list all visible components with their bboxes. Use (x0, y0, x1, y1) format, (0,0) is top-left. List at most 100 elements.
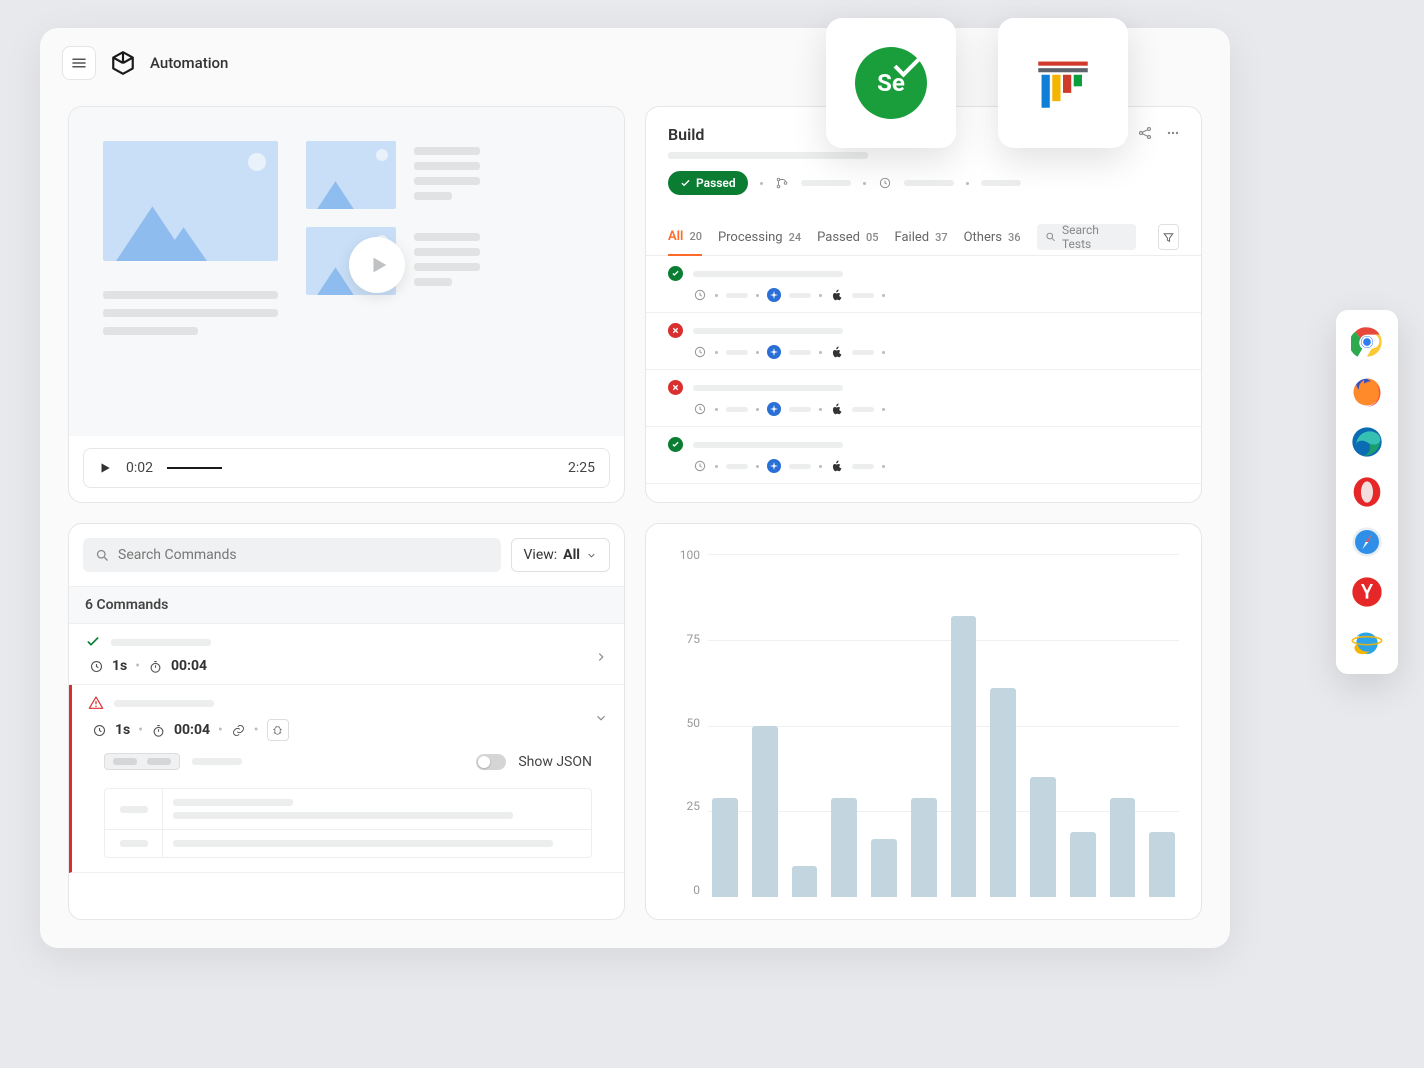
apple-icon (830, 459, 844, 473)
opera-icon[interactable] (1351, 476, 1383, 508)
test-row[interactable] (646, 427, 1201, 484)
app-logo-icon (110, 50, 136, 76)
text-placeholder (668, 152, 868, 159)
chart-bar (990, 688, 1016, 897)
search-icon (95, 548, 110, 563)
edge-icon[interactable] (1351, 426, 1383, 458)
link-icon (231, 723, 246, 738)
integration-cards: Se (826, 18, 1128, 148)
video-total-time: 2:25 (568, 460, 595, 476)
json-toggle[interactable] (476, 754, 506, 770)
chart-bar (712, 798, 738, 897)
text-placeholder (414, 233, 480, 241)
chart-bar (831, 798, 857, 897)
clock-icon (878, 176, 892, 190)
text-placeholder (103, 327, 198, 335)
safari-icon[interactable] (1351, 526, 1383, 558)
video-preview-body (69, 107, 624, 436)
chevron-right-icon[interactable] (594, 650, 608, 664)
test-row[interactable] (646, 370, 1201, 427)
text-placeholder (414, 177, 480, 185)
tab-processing[interactable]: Processing24 (718, 220, 801, 255)
json-toggle-label: Show JSON (518, 754, 592, 770)
text-placeholder (414, 263, 480, 271)
chart-bar (1030, 777, 1056, 897)
bars-logo-icon (1030, 50, 1096, 116)
commands-count-label: 6 Commands (69, 586, 624, 624)
image-placeholder (306, 141, 396, 209)
apple-icon (830, 345, 844, 359)
status-badge: Passed (668, 171, 748, 195)
search-commands-input[interactable]: Search Commands (83, 538, 501, 572)
command-details-table (104, 788, 592, 858)
filter-button[interactable] (1158, 224, 1179, 250)
video-progress[interactable] (167, 467, 222, 469)
play-button[interactable] (349, 237, 405, 293)
selenium-icon: Se (855, 47, 927, 119)
text-placeholder (414, 248, 480, 256)
safari-icon (767, 288, 781, 302)
chart-bar (1070, 832, 1096, 897)
tab-pill[interactable] (104, 753, 180, 770)
build-tabs: All20 Processing24 Passed05 Failed37 Others3… (646, 219, 1201, 256)
yandex-icon[interactable] (1351, 576, 1383, 608)
search-tests-input[interactable]: Search Tests (1037, 224, 1136, 250)
text-placeholder (414, 192, 452, 200)
check-icon (680, 178, 691, 189)
chart-panel: 1007550250 (645, 523, 1202, 920)
integration-card[interactable] (998, 18, 1128, 148)
tab-others[interactable]: Others36 (964, 220, 1021, 255)
debug-icon[interactable] (267, 719, 289, 741)
play-icon (368, 254, 390, 276)
image-placeholder (103, 141, 278, 261)
test-list (646, 256, 1201, 502)
hamburger-menu-button[interactable] (62, 46, 96, 80)
chevron-down-icon (586, 550, 597, 561)
text-placeholder (414, 162, 480, 170)
hamburger-icon (70, 54, 88, 72)
safari-icon (767, 459, 781, 473)
safari-icon (767, 402, 781, 416)
stopwatch-icon (151, 723, 166, 738)
chrome-icon[interactable] (1351, 326, 1383, 358)
play-icon (98, 461, 112, 475)
tab-failed[interactable]: Failed37 (895, 220, 948, 255)
clock-icon (89, 659, 104, 674)
share-icon[interactable] (1137, 125, 1153, 141)
text-placeholder (103, 309, 278, 317)
more-icon[interactable] (1165, 125, 1181, 141)
text-placeholder (414, 147, 480, 155)
tab-all[interactable]: All20 (668, 219, 702, 256)
chart-bar (1149, 832, 1175, 897)
apple-icon (830, 288, 844, 302)
firefox-icon[interactable] (1351, 376, 1383, 408)
selenium-card[interactable]: Se (826, 18, 956, 148)
text-placeholder (103, 291, 278, 299)
browser-rail (1336, 310, 1398, 674)
page-title: Automation (150, 54, 228, 72)
commands-panel: Search Commands View: All 6 Commands 1s … (68, 523, 625, 920)
text-placeholder (414, 278, 452, 286)
warning-icon (88, 695, 104, 711)
video-controls[interactable]: 0:02 2:25 (83, 448, 610, 488)
chart-bar (792, 866, 818, 897)
apple-icon (830, 402, 844, 416)
chart-bar (752, 726, 778, 898)
stopwatch-icon (148, 659, 163, 674)
test-row[interactable] (646, 256, 1201, 313)
tab-passed[interactable]: Passed05 (817, 220, 878, 255)
test-row[interactable] (646, 313, 1201, 370)
check-icon (85, 634, 101, 650)
safari-icon (767, 345, 781, 359)
video-current-time: 0:02 (126, 460, 153, 476)
chart-bar (911, 798, 937, 897)
view-selector[interactable]: View: All (511, 538, 610, 572)
video-panel: 0:02 2:25 (68, 106, 625, 503)
ie-icon[interactable] (1351, 626, 1383, 658)
bar-chart: 1007550250 (668, 548, 1179, 909)
chart-bar (951, 616, 977, 897)
command-item[interactable]: 1s • 00:04 • • Show JS (69, 685, 624, 873)
chart-bar (871, 839, 897, 897)
command-item[interactable]: 1s • 00:04 (69, 624, 624, 685)
chevron-down-icon[interactable] (594, 711, 608, 725)
